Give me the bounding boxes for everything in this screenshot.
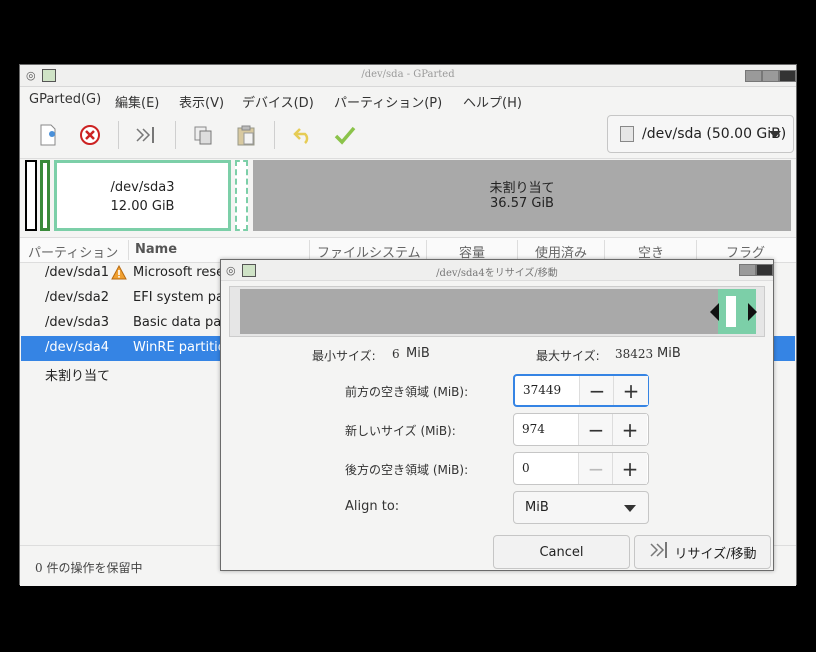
min-size-value: 6 [392,347,400,361]
copy-icon[interactable] [191,123,215,147]
align-value: MiB [525,500,549,515]
menu-device[interactable]: デバイス(D) [242,92,314,111]
resize-move-icon[interactable] [134,123,158,147]
menu-gparted[interactable]: GParted(G) [29,92,101,107]
device-selector[interactable]: /dev/sda (50.00 GiB) [607,115,794,153]
row-name: Basic data part [133,315,232,330]
partition-sda2-segment[interactable] [40,160,50,231]
unallocated-size: 36.57 GiB [490,196,554,211]
new-size-label: 新しいサイズ (MiB): [345,424,456,438]
col-name[interactable]: Name [135,242,177,257]
dialog-minimize-button[interactable] [739,264,756,276]
row-partition: /dev/sda4 [45,340,109,355]
warning-icon [111,264,127,284]
delete-partition-icon[interactable] [78,123,102,147]
min-size-unit: MiB [406,346,430,361]
dialog-close-button[interactable] [756,264,773,276]
paste-icon[interactable] [234,123,258,147]
free-before-input[interactable]: 37449 [523,383,561,397]
row-name: WinRE partitio [133,340,226,355]
menu-edit[interactable]: 編集(E) [115,92,159,111]
increment-button[interactable]: + [613,376,648,405]
sda3-name: /dev/sda3 [110,180,175,195]
partition-sda1-segment[interactable] [25,160,37,231]
resize-move-icon [649,541,669,563]
row-name: Microsoft rese [133,265,225,280]
increment-button[interactable]: + [612,414,647,445]
left-arrow-icon[interactable] [710,303,719,321]
resize-move-label: リサイズ/移動 [674,546,757,562]
chevron-down-icon [624,505,636,512]
dialog-title: /dev/sda4をリサイズ/移動 [436,268,558,279]
align-label: Align to: [345,499,400,514]
device-label: /dev/sda (50.00 GiB) [642,126,787,142]
partition-bar: /dev/sda3 12.00 GiB 未割り当て 36.57 GiB [25,160,791,231]
free-after-input[interactable]: 0 [522,461,530,475]
free-after-label: 後方の空き領域 (MiB): [345,463,469,477]
unallocated-name: 未割り当て [489,181,555,196]
undo-icon[interactable] [291,123,315,147]
menu-bar: GParted(G) 編集(E) 表示(V) デバイス(D) パーティション(P… [20,87,796,113]
max-size-label: 最大サイズ: [536,349,600,363]
minimize-button[interactable] [745,70,762,82]
row-partition: 未割り当て [45,369,111,384]
free-before-label: 前方の空き領域 (MiB): [345,385,469,399]
cancel-label: Cancel [539,544,584,560]
decrement-button: − [578,453,613,484]
new-size-input[interactable]: 974 [522,422,545,436]
resize-move-dialog: ◎ /dev/sda4をリサイズ/移動 最小サイズ: 6 MiB 最大サイズ: … [220,259,774,571]
title-bar: ◎ /dev/sda - GParted [20,65,796,87]
new-size-spinner[interactable]: 974 − + [513,413,649,446]
menu-help[interactable]: ヘルプ(H) [463,92,522,111]
free-space-before [240,289,718,334]
align-select[interactable]: MiB [513,491,649,524]
free-before-spinner[interactable]: 37449 − + [513,374,649,407]
row-partition: /dev/sda3 [45,315,109,330]
col-partition[interactable]: パーティション [28,242,118,261]
menu-partition[interactable]: パーティション(P) [334,92,442,111]
close-button[interactable] [779,70,796,82]
partition-resizer[interactable] [229,286,765,337]
pending-operations: 0 件の操作を保留中 [35,561,143,575]
row-partition: /dev/sda2 [45,290,109,305]
decrement-button[interactable]: − [578,414,613,445]
dialog-title-bar: ◎ /dev/sda4をリサイズ/移動 [221,260,773,281]
apply-icon[interactable] [333,123,357,147]
row-name: EFI system par [133,290,230,305]
resize-move-button[interactable]: リサイズ/移動 [634,535,771,569]
partition-sda4-segment[interactable] [235,160,248,231]
row-partition: /dev/sda1 [45,265,109,280]
chevron-down-icon [769,131,781,138]
partition-sda3-segment[interactable]: /dev/sda3 12.00 GiB [54,160,231,231]
new-partition-icon[interactable] [36,123,60,147]
window-title: /dev/sda - GParted [361,69,455,80]
max-size-value: 38423 [615,347,654,361]
increment-button[interactable]: + [612,453,647,484]
min-size-label: 最小サイズ: [312,349,376,363]
maximize-button[interactable] [762,70,779,82]
decrement-button[interactable]: − [579,376,614,405]
menu-view[interactable]: 表示(V) [179,92,224,111]
sda3-size: 12.00 GiB [110,199,175,214]
disk-icon [620,126,634,142]
free-after-spinner[interactable]: 0 − + [513,452,649,485]
cancel-button[interactable]: Cancel [493,535,630,569]
right-arrow-icon[interactable] [748,303,757,321]
max-size-unit: MiB [657,346,681,361]
unallocated-segment[interactable]: 未割り当て 36.57 GiB [253,160,791,231]
